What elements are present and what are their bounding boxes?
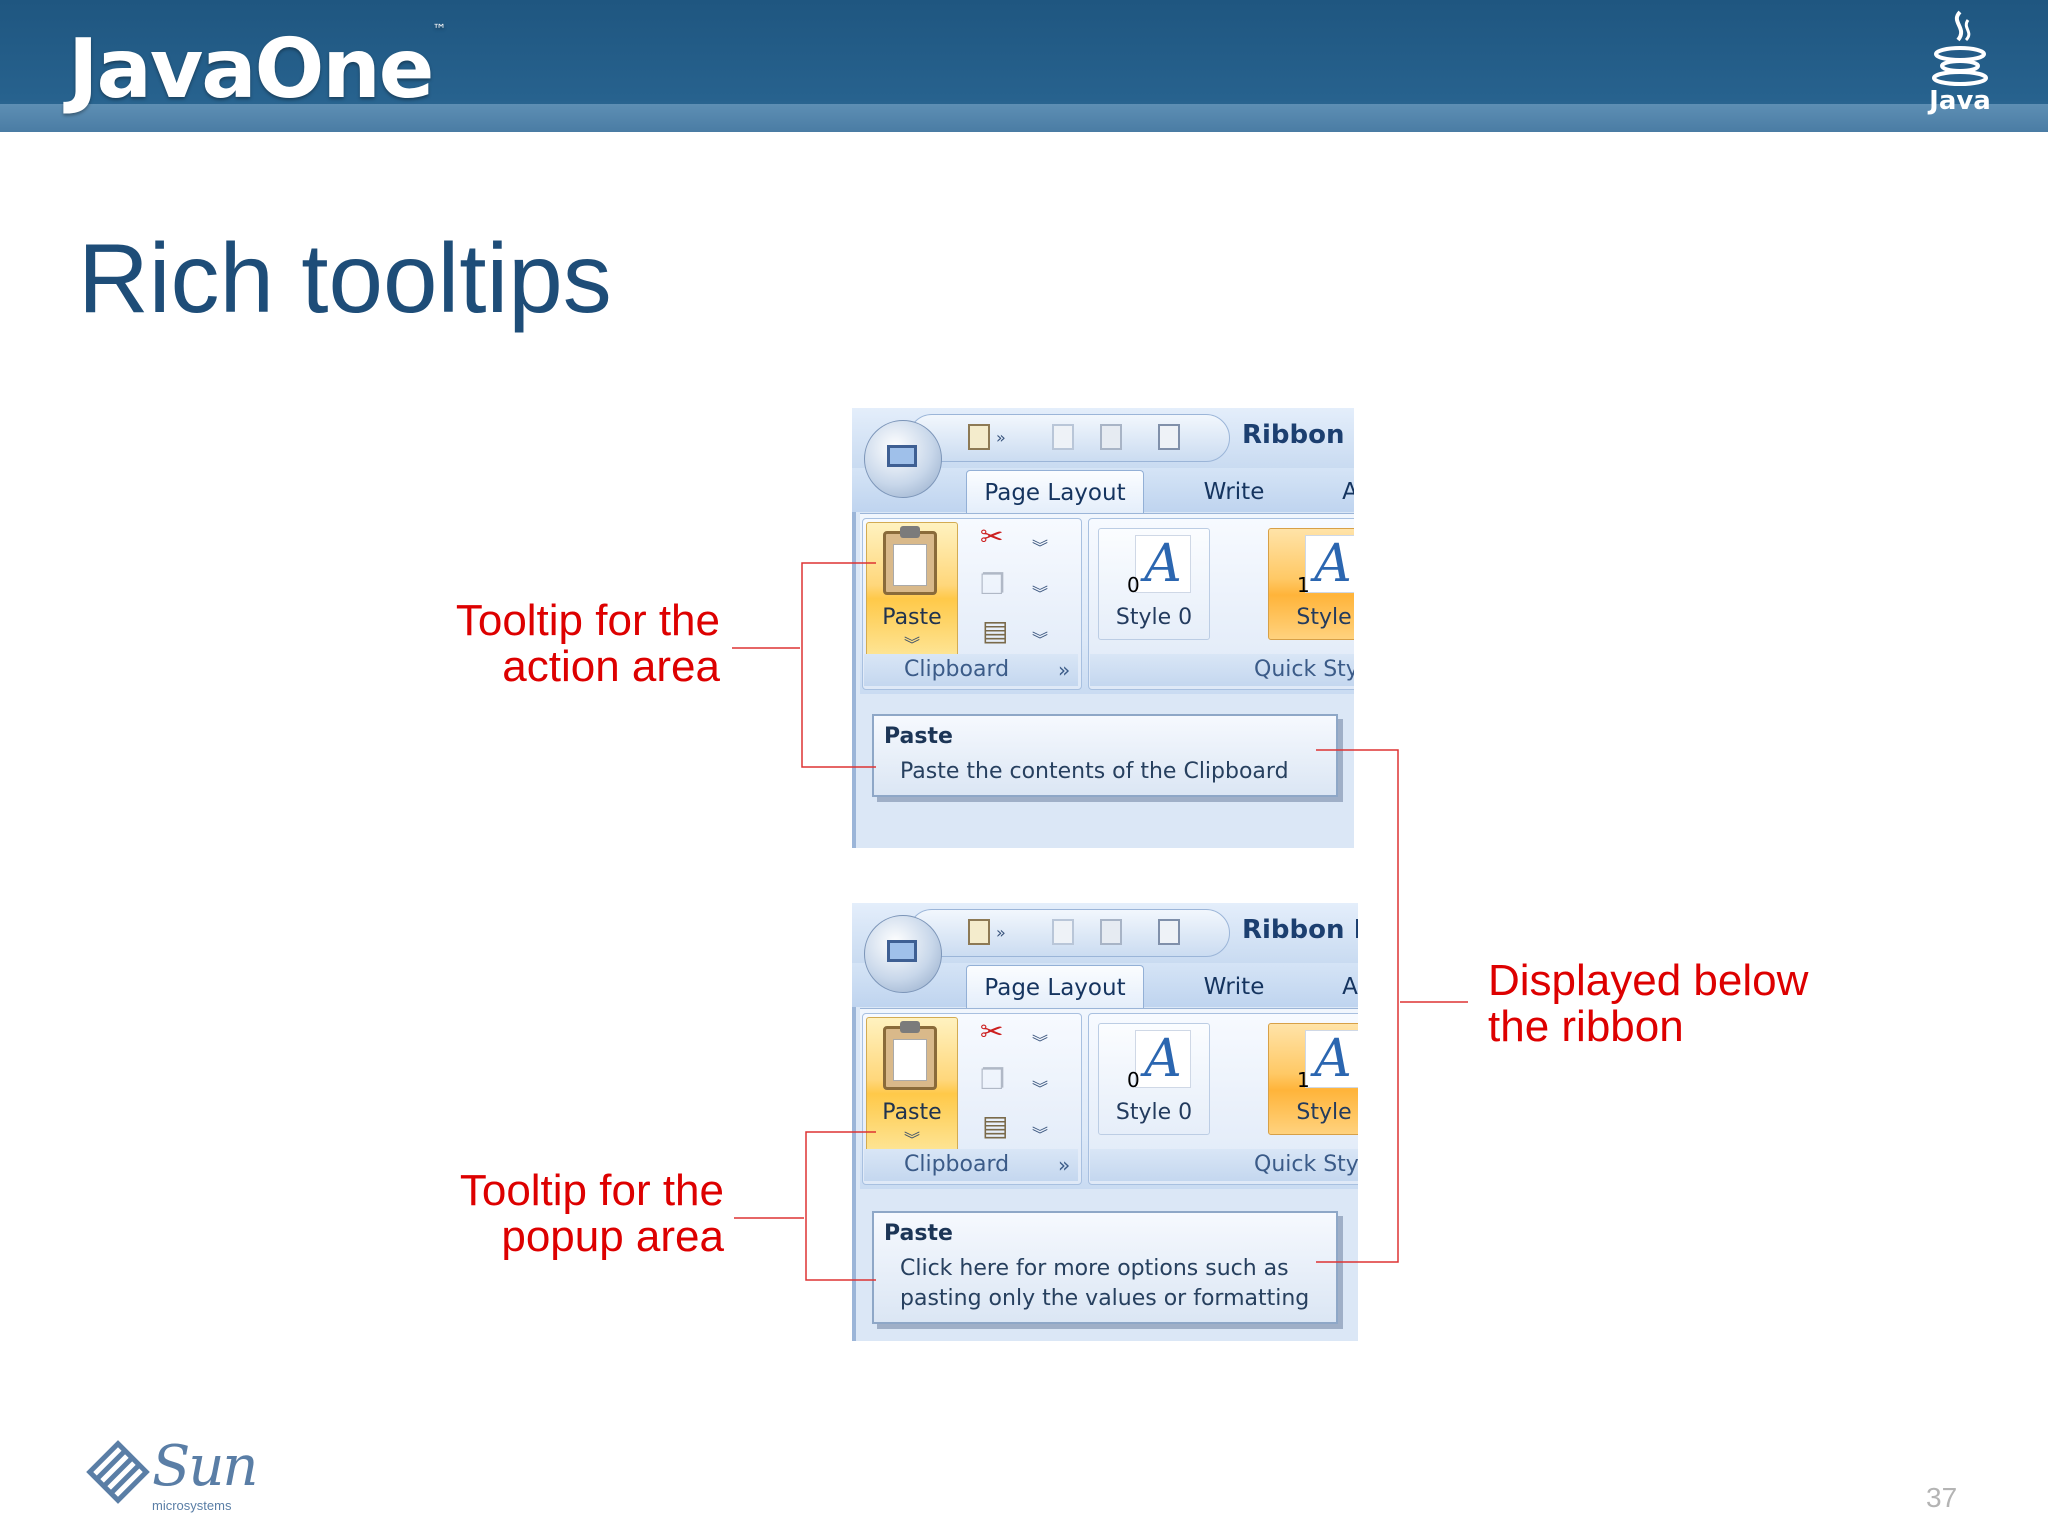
qat-preview-icon[interactable] <box>1158 424 1180 450</box>
paste-dropdown-icon[interactable]: ︾ <box>867 631 957 655</box>
java-cup-icon <box>1932 10 1988 86</box>
app-title: Ribbon I <box>1242 420 1354 450</box>
application-menu-button[interactable] <box>864 420 942 498</box>
format-dropdown-icon[interactable]: ︾ <box>1032 626 1048 650</box>
paste-clipboard-icon <box>883 1021 937 1090</box>
clipboard-group-label: Clipboard <box>864 1149 1078 1181</box>
cut-scissors-icon[interactable]: ✂ <box>980 1015 1003 1048</box>
application-menu-button[interactable] <box>864 915 942 993</box>
format-painter-icon[interactable]: ▤ <box>982 614 1008 647</box>
qat-dropdown-icon[interactable]: » <box>996 923 1006 942</box>
tab-a[interactable]: A <box>1338 470 1354 514</box>
clipboard-launcher-icon[interactable]: » <box>1058 1153 1070 1177</box>
qat-brush-icon[interactable] <box>1052 424 1074 450</box>
tooltip-title: Paste <box>884 724 953 749</box>
qat-preview-icon[interactable] <box>1158 919 1180 945</box>
callout-displayed-below: Displayed below the ribbon <box>1488 956 1809 1051</box>
cut-scissors-icon[interactable]: ✂ <box>980 520 1003 553</box>
tooltip-body: Click here for more options such as past… <box>900 1256 1310 1311</box>
tab-page-layout[interactable]: Page Layout <box>966 470 1144 515</box>
sun-diamond-icon <box>86 1440 150 1504</box>
quick-styles-group-label: Quick Style <box>1090 1149 1358 1181</box>
format-dropdown-icon[interactable]: ︾ <box>1032 1121 1048 1145</box>
qat-copy-icon[interactable] <box>1100 919 1122 945</box>
tooltip-title: Paste <box>884 1221 953 1246</box>
quick-styles-group-label: Quick Styl <box>1090 654 1354 686</box>
tab-write[interactable]: Write <box>1192 965 1276 1009</box>
paste-label: Paste <box>882 1100 942 1125</box>
qat-dropdown-icon[interactable]: » <box>996 428 1006 447</box>
paste-button[interactable]: Paste ︾ <box>866 1017 958 1157</box>
ribbon-screenshot-popup: » Ribbon I Page Layout Write A Paste ︾ ✂… <box>852 903 1358 1341</box>
cut-dropdown-icon[interactable]: ︾ <box>1032 534 1048 558</box>
qat-clipboard-icon[interactable] <box>968 424 990 450</box>
qat-clipboard-icon[interactable] <box>968 919 990 945</box>
java-logo-text: Java <box>1929 86 1991 116</box>
slide-header: JavaOne™ Java <box>0 0 2048 132</box>
copy-dropdown-icon[interactable]: ︾ <box>1032 580 1048 604</box>
computer-icon <box>887 445 917 467</box>
style-tile-1[interactable]: A 1 Style <box>1268 528 1354 640</box>
computer-icon <box>887 940 917 962</box>
paste-clipboard-icon <box>883 526 937 595</box>
clipboard-launcher-icon[interactable]: » <box>1058 658 1070 682</box>
qat-brush-icon[interactable] <box>1052 919 1074 945</box>
style-tile-0[interactable]: A 0 Style 0 <box>1098 1023 1210 1135</box>
clipboard-group-label: Clipboard <box>864 654 1078 686</box>
format-painter-icon[interactable]: ▤ <box>982 1109 1008 1142</box>
paste-popup-tooltip: Paste Click here for more options such a… <box>872 1211 1338 1324</box>
tooltip-body: Paste the contents of the Clipboard <box>900 759 1289 784</box>
app-title: Ribbon I <box>1242 915 1358 945</box>
ribbon-screenshot-action: » Ribbon I Page Layout Write A Paste ︾ ✂… <box>852 408 1354 848</box>
tab-a[interactable]: A <box>1338 965 1358 1009</box>
paste-action-tooltip: Paste Paste the contents of the Clipboar… <box>872 714 1338 797</box>
page-number: 37 <box>1926 1482 1958 1513</box>
copy-dropdown-icon[interactable]: ︾ <box>1032 1075 1048 1099</box>
callout-action-area: Tooltip for the action area <box>455 596 720 691</box>
paste-label: Paste <box>882 605 942 630</box>
style-tile-1[interactable]: A 1 Style <box>1268 1023 1358 1135</box>
sun-microsystems-logo: Sun microsystems <box>86 1434 266 1520</box>
javaone-logo: JavaOne™ <box>68 22 446 117</box>
sun-logo-text: Sun <box>152 1434 258 1499</box>
java-cup-logo: Java <box>1920 8 2000 120</box>
copy-icon[interactable]: ❐ <box>980 568 1005 601</box>
qat-copy-icon[interactable] <box>1100 424 1122 450</box>
sun-logo-subtext: microsystems <box>152 1498 232 1513</box>
cut-dropdown-icon[interactable]: ︾ <box>1032 1029 1048 1053</box>
copy-icon[interactable]: ❐ <box>980 1063 1005 1096</box>
slide-title: Rich tooltips <box>78 223 612 333</box>
tab-page-layout[interactable]: Page Layout <box>966 965 1144 1010</box>
tab-write[interactable]: Write <box>1192 470 1276 514</box>
paste-dropdown-icon[interactable]: ︾ <box>867 1126 957 1150</box>
callout-popup-area: Tooltip for the popup area <box>459 1166 724 1261</box>
style-tile-0[interactable]: A 0 Style 0 <box>1098 528 1210 640</box>
paste-button[interactable]: Paste ︾ <box>866 522 958 662</box>
